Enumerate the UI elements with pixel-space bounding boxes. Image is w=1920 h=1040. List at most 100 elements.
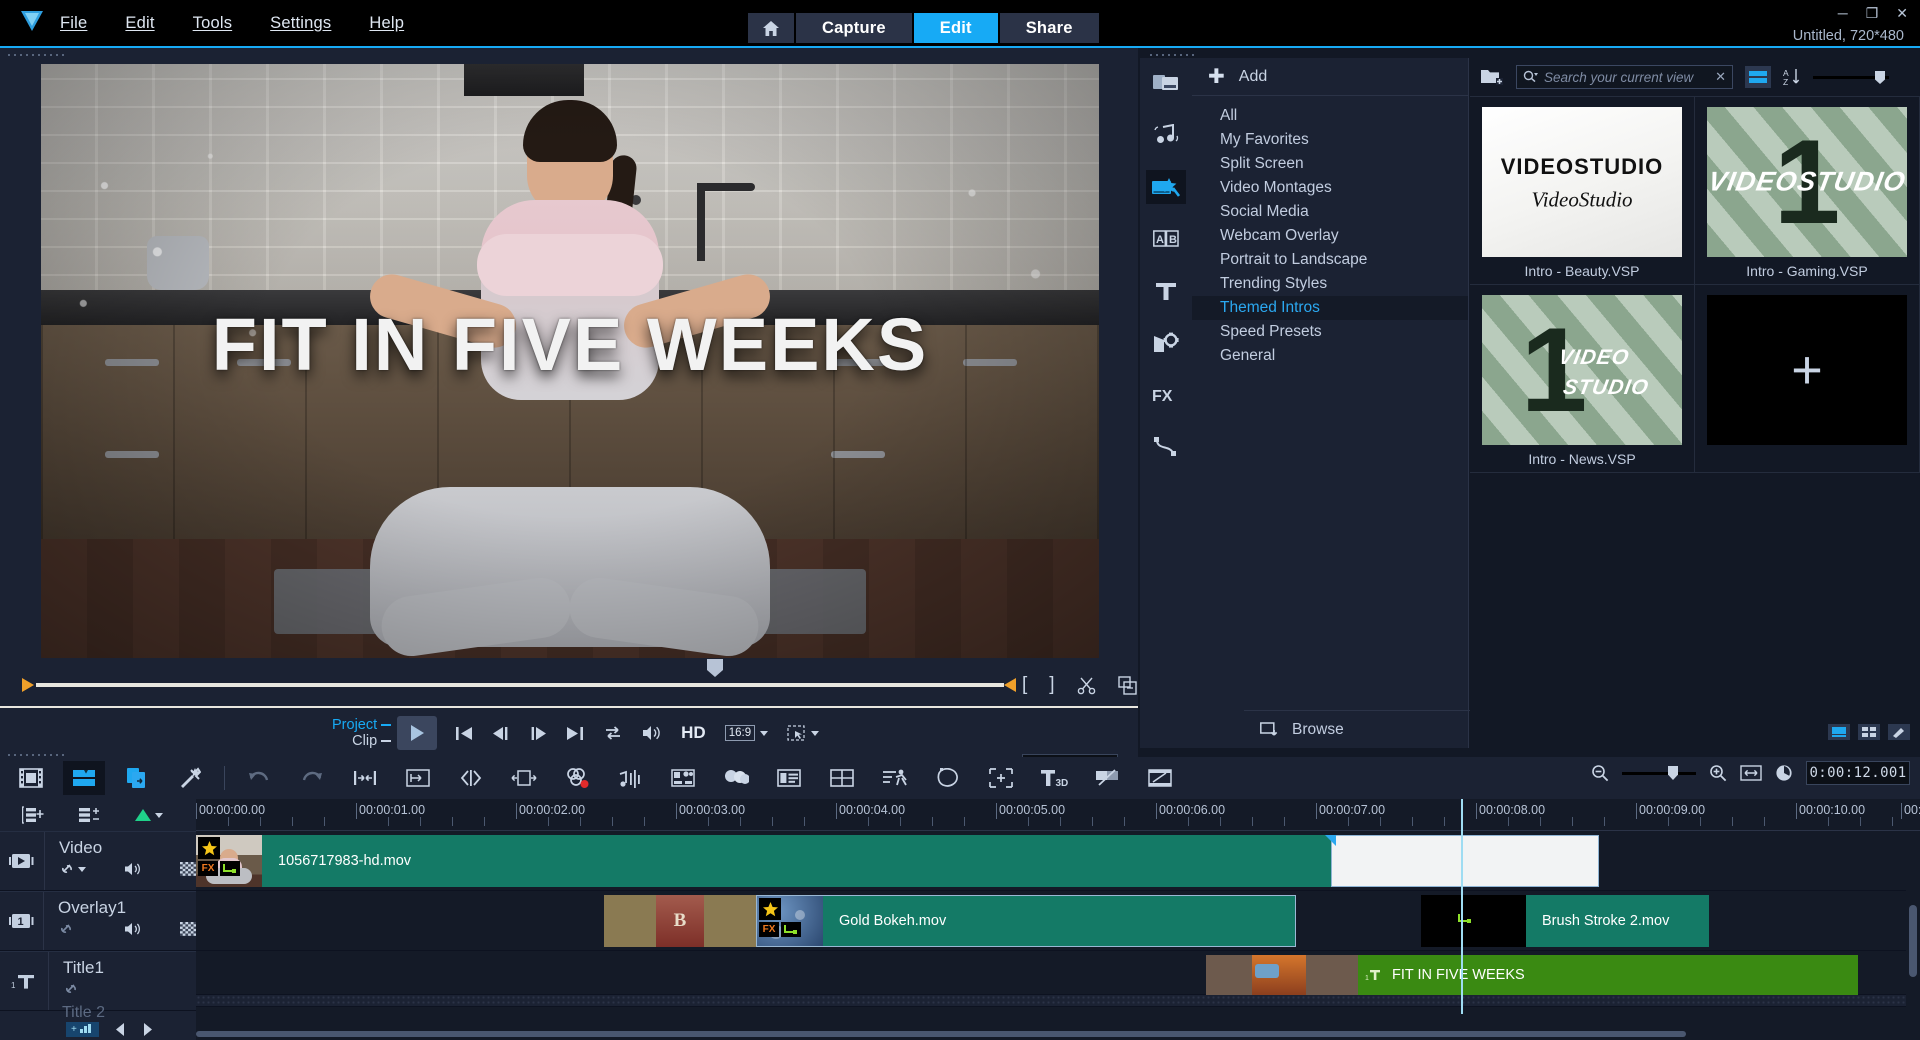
link-icon[interactable]: [58, 922, 74, 936]
grid-view-icon[interactable]: [1858, 724, 1880, 740]
project-clip-toggle[interactable]: Project Clip: [332, 717, 391, 749]
path-motion-icon[interactable]: [1146, 430, 1186, 464]
mark-out-icon[interactable]: ]: [1049, 674, 1054, 696]
loop-icon[interactable]: [603, 725, 623, 741]
timeline-transition[interactable]: B: [604, 895, 756, 947]
show-titles-icon[interactable]: [1828, 724, 1850, 740]
add-remove-track-icon[interactable]: [78, 806, 100, 824]
mode-capture[interactable]: Capture: [796, 13, 912, 43]
effects-wand-icon[interactable]: [1146, 170, 1186, 204]
scroll-prev-track-icon[interactable]: [115, 1023, 126, 1036]
timeline-row-title2[interactable]: [196, 995, 1920, 1007]
sort-az-icon[interactable]: A Z: [1783, 68, 1801, 86]
hd-toggle[interactable]: HD: [681, 723, 706, 743]
thumbnail-size-slider[interactable]: [1813, 67, 1889, 87]
mark-in-icon[interactable]: [: [1022, 674, 1027, 696]
category-trending-styles[interactable]: Trending Styles: [1192, 272, 1468, 296]
pan-zoom-icon[interactable]: [1086, 761, 1128, 795]
menu-settings[interactable]: Settings: [266, 12, 335, 35]
crop-region-icon[interactable]: [787, 725, 806, 742]
multicam-editor-icon[interactable]: [715, 761, 757, 795]
timeline-horizontal-scrollbar[interactable]: [196, 1028, 1732, 1040]
aspect-ratio-chevron-down-icon[interactable]: [760, 731, 768, 736]
subtitle-editor-icon[interactable]: [768, 761, 810, 795]
mask-path-icon[interactable]: [927, 761, 969, 795]
window-controls[interactable]: ─ ❐ ✕: [1838, 6, 1908, 20]
capture-snapshot-icon[interactable]: [1118, 676, 1137, 695]
clear-search-icon[interactable]: ✕: [1715, 69, 1726, 85]
add-track-button[interactable]: +: [66, 1022, 99, 1037]
clip-toggle-label[interactable]: Clip: [352, 733, 377, 749]
title-3d-icon[interactable]: 3D: [1033, 761, 1075, 795]
markers-chevron-down-icon[interactable]: [155, 813, 163, 818]
fx-icon[interactable]: FX: [1146, 378, 1186, 412]
mute-icon[interactable]: [124, 862, 142, 876]
timeline-row-overlay1[interactable]: B FX: [196, 891, 1920, 951]
mute-icon[interactable]: [124, 922, 142, 936]
zoom-out-icon[interactable]: [1591, 764, 1609, 782]
link-icon[interactable]: [59, 862, 86, 876]
markers-icon[interactable]: [134, 808, 163, 822]
project-toggle-label[interactable]: Project: [332, 717, 377, 733]
record-capture-icon[interactable]: [397, 761, 439, 795]
timeline-clip[interactable]: Brush Stroke 2.mov: [1421, 895, 1709, 947]
category-general[interactable]: General: [1192, 344, 1468, 368]
project-duration-value[interactable]: 0:00:12.001: [1806, 761, 1910, 785]
smart-package-icon[interactable]: [980, 761, 1022, 795]
list-view-icon[interactable]: [1745, 66, 1771, 88]
zoom-in-icon[interactable]: [1709, 764, 1727, 782]
mode-share[interactable]: Share: [1000, 13, 1099, 43]
render-preview-icon[interactable]: [1139, 761, 1181, 795]
play-button[interactable]: [397, 716, 437, 750]
aspect-ratio-label[interactable]: 16:9: [725, 725, 755, 741]
category-webcam-overlay[interactable]: Webcam Overlay: [1192, 224, 1468, 248]
add-library-button[interactable]: ✚ Add: [1192, 58, 1468, 96]
crop-chevron-down-icon[interactable]: [811, 731, 819, 736]
minimize-icon[interactable]: ─: [1838, 6, 1848, 20]
preview-scrubber[interactable]: [ ]: [12, 674, 1126, 696]
timeline-zoom-controls[interactable]: 0:00:12.001: [1591, 761, 1910, 785]
mask-creator-icon[interactable]: [662, 761, 704, 795]
library-grip[interactable]: [1148, 50, 1198, 57]
add-folder-icon[interactable]: [1480, 67, 1504, 87]
menu-help[interactable]: Help: [365, 12, 408, 35]
graphics-icon[interactable]: [1146, 326, 1186, 360]
timeline-clip[interactable]: FX Gold Bokeh.mov: [756, 895, 1296, 947]
opacity-icon[interactable]: [180, 862, 196, 876]
restore-icon[interactable]: ❐: [1866, 6, 1879, 20]
timeline-title-clip[interactable]: 1 FIT IN FIVE WEEKS: [1358, 955, 1858, 995]
timeline-clip[interactable]: FX 1056717983-hd.mov: [196, 835, 1331, 887]
timeline-row-video[interactable]: FX 1056717983-hd.mov: [196, 831, 1920, 891]
jump-to-end-icon[interactable]: [566, 726, 584, 741]
category-portrait-to-landscape[interactable]: Portrait to Landscape: [1192, 248, 1468, 272]
video-preview[interactable]: FIT IN FIVE WEEKS: [41, 64, 1099, 658]
category-all[interactable]: All: [1192, 104, 1468, 128]
close-icon[interactable]: ✕: [1896, 6, 1908, 20]
undo-icon[interactable]: [238, 761, 280, 795]
motion-tracking-icon[interactable]: [874, 761, 916, 795]
timeline-zoom-slider[interactable]: [1622, 763, 1696, 783]
timeline-vertical-scrollbar[interactable]: [1906, 831, 1920, 1021]
audio-icon[interactable]: [1146, 118, 1186, 152]
timeline-row-title1[interactable]: 1 FIT IN FIVE WEEKS: [196, 951, 1920, 995]
scrub-track[interactable]: [36, 683, 1004, 687]
audio-mixer-icon[interactable]: [609, 761, 651, 795]
trim-marker-end[interactable]: [1004, 678, 1016, 692]
split-clip-icon[interactable]: [1077, 676, 1096, 695]
scroll-next-track-icon[interactable]: [142, 1023, 153, 1036]
category-my-favorites[interactable]: My Favorites: [1192, 128, 1468, 152]
link-icon[interactable]: [63, 982, 79, 996]
timeline-tracks-body[interactable]: 00:00:00.00 00:00:01.00 00:00:02.00 00:0…: [196, 799, 1920, 1040]
copy-attributes-icon[interactable]: [116, 761, 158, 795]
edit-item-icon[interactable]: [1888, 724, 1910, 740]
transport-controls[interactable]: HD 16:9: [455, 723, 819, 743]
menu-edit[interactable]: Edit: [121, 12, 158, 35]
category-themed-intros[interactable]: Themed Intros: [1192, 296, 1468, 320]
track-header-title1[interactable]: 1 Title1: [0, 951, 196, 1011]
mode-edit[interactable]: Edit: [914, 13, 998, 43]
preview-mark-tools[interactable]: [ ]: [1022, 674, 1137, 696]
preview-grip[interactable]: [6, 50, 68, 57]
menu-file[interactable]: File: [56, 12, 91, 35]
opacity-icon[interactable]: [180, 922, 196, 936]
library-icon-bar[interactable]: A B: [1140, 58, 1192, 748]
